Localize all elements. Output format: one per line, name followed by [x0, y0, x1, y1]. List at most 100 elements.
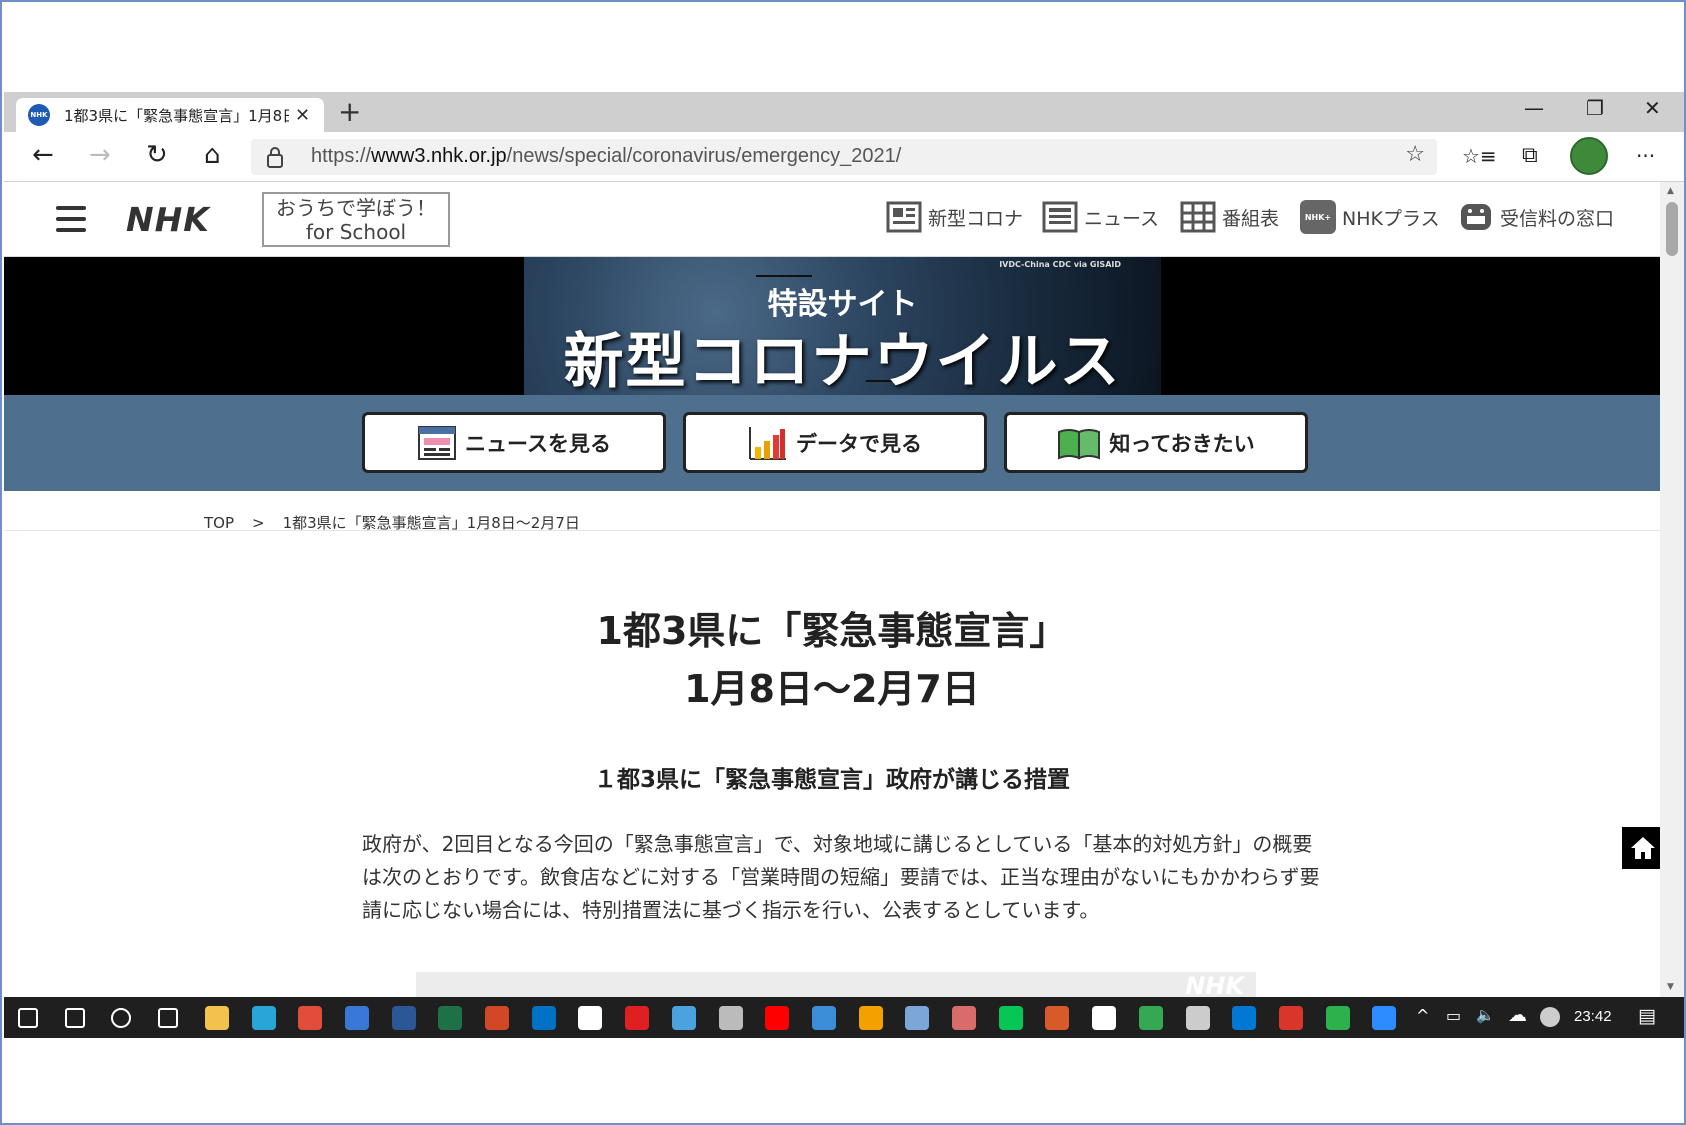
section-title: １都3県に「緊急事態宣言」政府が講じる措置	[593, 767, 1070, 793]
scroll-up-icon[interactable]: ▲	[1667, 186, 1674, 196]
scroll-down-icon[interactable]: ▼	[1667, 982, 1674, 992]
scroll-top-home-button[interactable]	[1622, 827, 1664, 869]
favorite-star-icon[interactable]: ☆	[1405, 142, 1425, 167]
reload-button[interactable]: ↻	[146, 140, 168, 170]
close-window-button[interactable]: ✕	[1644, 96, 1661, 120]
scroll-thumb[interactable]	[1666, 202, 1678, 256]
nav-label: 受信料の窓口	[1500, 207, 1615, 230]
hamburger-menu-icon[interactable]	[56, 206, 86, 232]
for-school-link[interactable]: おうちで学ぼう！ for School	[262, 192, 450, 247]
arrow-icon	[756, 275, 812, 277]
see-news-button[interactable]: ニュースを見る	[362, 412, 666, 473]
edge-icon[interactable]	[251, 1006, 276, 1030]
pdf-png-icon[interactable]	[1278, 1006, 1303, 1030]
status-icon[interactable]	[1540, 1007, 1560, 1027]
chrome-icon[interactable]	[298, 1006, 323, 1030]
nav-program-guide[interactable]: 番組表	[1180, 200, 1279, 234]
tab-bar: NHK 1都3県に「緊急事態宣言」1月8日～ ✕ + — ❐ ✕	[4, 92, 1684, 132]
screenshot-frame: NHK 1都3県に「緊急事態宣言」1月8日～ ✕ + — ❐ ✕ ← → ↻ ⌂…	[0, 0, 1686, 1125]
breadcrumb-current: 1都3県に「緊急事態宣言」1月8日～2月7日	[282, 514, 580, 532]
profile-avatar-icon[interactable]	[1570, 137, 1608, 175]
nav-news[interactable]: ニュース	[1042, 200, 1159, 234]
breadcrumb-separator: >	[252, 514, 265, 532]
page-title: 1都3県に「緊急事態宣言」 1月8日～2月7日	[4, 602, 1660, 718]
home-button[interactable]: ⌂	[204, 140, 221, 170]
book-icon	[1058, 428, 1101, 459]
nav-label: 新型コロナ	[928, 207, 1024, 230]
powerpoint-icon[interactable]	[485, 1006, 509, 1030]
see-data-button[interactable]: データで見る	[683, 412, 987, 473]
zoom-icon[interactable]	[1372, 1006, 1397, 1030]
outlook-icon[interactable]	[531, 1006, 556, 1030]
photos-icon[interactable]	[811, 1006, 836, 1030]
paint-icon[interactable]	[858, 1006, 883, 1030]
minimize-button[interactable]: —	[1524, 96, 1544, 120]
collections-icon[interactable]: ⧉	[1522, 143, 1538, 168]
mascot-icon	[1458, 200, 1494, 234]
nav-reception-fee[interactable]: 受信料の窓口	[1458, 200, 1614, 234]
amazon-icon[interactable]	[578, 1006, 603, 1030]
button-label: ニュースを見る	[465, 431, 611, 456]
app-icon[interactable]	[1045, 1006, 1070, 1030]
play-store-icon[interactable]	[1325, 1006, 1350, 1030]
search-icon[interactable]	[64, 1008, 85, 1028]
youtube-icon[interactable]	[765, 1006, 790, 1030]
url-text[interactable]: https://www3.nhk.or.jp/news/special/coro…	[311, 145, 901, 168]
image-watermark: NHK	[1185, 972, 1244, 997]
tab-close-icon[interactable]: ✕	[295, 105, 310, 126]
settings-menu-icon[interactable]: ···	[1636, 144, 1655, 168]
article-image: NHK	[416, 972, 1256, 997]
iris-icon[interactable]	[625, 1006, 650, 1030]
home-icon	[1631, 837, 1655, 859]
task-view-icon[interactable]	[158, 1008, 179, 1028]
forward-button[interactable]: →	[89, 140, 111, 170]
file-explorer-icon[interactable]	[204, 1006, 229, 1030]
address-bar[interactable]: https://www3.nhk.or.jp/news/special/coro…	[251, 139, 1437, 175]
google-icon[interactable]	[1092, 1006, 1117, 1030]
nav-nhk-plus[interactable]: NHK+ NHKプラス	[1300, 200, 1440, 234]
excel-icon[interactable]	[438, 1006, 463, 1030]
navigation-bar: ← → ↻ ⌂ https://www3.nhk.or.jp/news/spec…	[4, 132, 1684, 182]
notification-icon[interactable]: ▤	[1638, 1005, 1656, 1027]
nav-corona[interactable]: 新型コロナ	[886, 200, 1023, 234]
nav-label: 番組表	[1222, 207, 1280, 230]
paint-palette-icon[interactable]	[905, 1006, 930, 1030]
scanner-icon[interactable]	[1185, 1006, 1210, 1030]
image-credit: IVDC-China CDC via GISAID	[999, 260, 1121, 269]
app-icon[interactable]	[671, 1006, 696, 1030]
vertical-scrollbar[interactable]: ▲ ▼	[1660, 182, 1684, 997]
restore-button[interactable]: ❐	[1586, 96, 1604, 120]
nhk-logo[interactable]: NHK	[126, 200, 210, 239]
new-tab-button[interactable]: +	[338, 95, 361, 128]
nhk-favicon-icon: NHK	[28, 104, 50, 126]
browser-tab[interactable]: NHK 1都3県に「緊急事態宣言」1月8日～ ✕	[16, 98, 324, 132]
people-icon[interactable]	[344, 1006, 369, 1030]
onedrive-tray-icon[interactable]: ☁	[1508, 1004, 1527, 1026]
nav-label: ニュース	[1084, 207, 1160, 230]
hero-banner[interactable]: IVDC-China CDC via GISAID 特設サイト 新型コロナウイル…	[4, 257, 1660, 395]
app-icon[interactable]	[718, 1006, 743, 1030]
onedrive-icon[interactable]	[1232, 1006, 1257, 1030]
favorites-list-icon[interactable]: ☆≡	[1462, 144, 1497, 168]
should-know-button[interactable]: 知っておきたい	[1004, 412, 1308, 473]
word-icon[interactable]	[391, 1006, 416, 1030]
news-card-icon	[886, 200, 922, 234]
newspaper-icon	[1042, 200, 1078, 234]
cortana-icon[interactable]	[111, 1008, 132, 1028]
windows-taskbar: ^ ▭ 🔈 ☁ 23:42 ▤	[4, 997, 1684, 1038]
bar-chart-icon	[749, 426, 786, 460]
breadcrumb-top-link[interactable]: TOP	[204, 514, 234, 532]
site-header: NHK おうちで学ぼう！ for School 新型コロナ ニュース 番組表 N…	[4, 182, 1660, 257]
tray-chevron-icon[interactable]: ^	[1416, 1006, 1429, 1025]
paint-3d-icon[interactable]	[952, 1006, 976, 1030]
back-button[interactable]: ←	[32, 140, 54, 170]
windows-start-icon[interactable]	[18, 1008, 38, 1028]
url-scheme: https://	[311, 145, 372, 167]
taskbar-clock[interactable]: 23:42	[1574, 1008, 1612, 1025]
line-icon[interactable]	[998, 1006, 1023, 1030]
maps-icon[interactable]	[1138, 1006, 1163, 1030]
url-path: /news/special/coronavirus/emergency_2021…	[506, 145, 902, 167]
volume-icon[interactable]: 🔈	[1476, 1006, 1495, 1024]
battery-icon[interactable]: ▭	[1446, 1006, 1461, 1025]
page-viewport: NHK おうちで学ぼう！ for School 新型コロナ ニュース 番組表 N…	[4, 182, 1660, 997]
